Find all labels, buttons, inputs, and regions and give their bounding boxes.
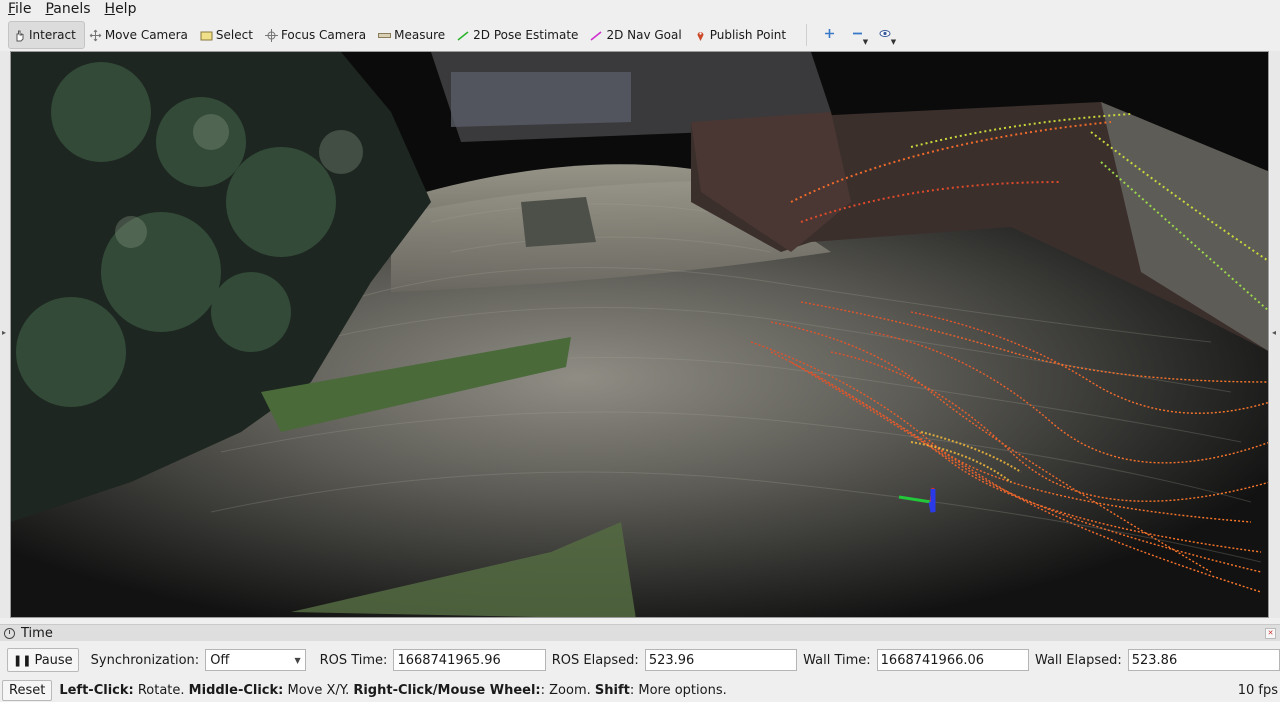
menu-file-label: ile — [15, 1, 32, 17]
arrow-left-icon: ◂ — [1272, 328, 1277, 337]
tool-move-camera[interactable]: Move Camera — [85, 21, 196, 49]
tool-select[interactable]: Select — [196, 21, 261, 49]
render-viewport[interactable] — [10, 51, 1269, 618]
tool-publish-point[interactable]: Publish Point — [690, 21, 794, 49]
sync-select[interactable]: Off ▼ — [205, 649, 306, 671]
focus-crosshair-icon — [264, 28, 278, 42]
ros-elapsed-label: ROS Elapsed: — [551, 652, 639, 668]
chevron-down-icon: ▼ — [294, 655, 301, 665]
select-rect-icon — [200, 29, 213, 42]
right-dock-handle[interactable]: ◂ — [1270, 51, 1280, 618]
help-shift-desc: : More options. — [629, 683, 727, 698]
point-cloud-scene — [11, 52, 1268, 617]
nav-goal-arrow-icon — [590, 29, 603, 42]
map-pin-icon — [694, 29, 707, 42]
menu-help-label: elp — [115, 1, 137, 17]
time-panel-header: Time ✕ — [0, 624, 1280, 641]
hand-cursor-icon — [13, 29, 26, 42]
time-panel-title: Time — [21, 625, 53, 641]
tool-select-label: Select — [215, 28, 253, 42]
ros-time-field[interactable]: 1668741965.96 — [393, 649, 546, 671]
tool-measure[interactable]: Measure — [374, 21, 453, 49]
menu-help[interactable]: Help — [97, 0, 143, 19]
help-middle-click: Middle-Click: — [188, 683, 284, 698]
remove-tool-button[interactable]: ▼ — [843, 22, 871, 48]
ros-elapsed-field[interactable]: 523.96 — [644, 649, 798, 671]
tool-2d-nav-goal[interactable]: 2D Nav Goal — [586, 21, 689, 49]
help-right-click-desc: : Zoom. — [540, 683, 595, 698]
help-right-click: Right-Click/Mouse Wheel: — [353, 683, 541, 698]
tool-move-camera-label: Move Camera — [104, 28, 188, 42]
wall-time-field[interactable]: 1668741966.06 — [876, 649, 1029, 671]
toolbar-separator — [806, 24, 808, 46]
help-left-click: Left-Click: — [59, 683, 134, 698]
menu-panels[interactable]: Panels — [37, 0, 96, 19]
pause-button[interactable]: ❚❚ Pause — [7, 648, 79, 672]
wall-time-label: Wall Time: — [803, 652, 871, 668]
eye-icon — [879, 28, 891, 43]
close-panel-button[interactable]: ✕ — [1265, 628, 1276, 639]
tool-2d-nav-goal-label: 2D Nav Goal — [606, 28, 682, 42]
help-text: Left-Click: Rotate. Middle-Click: Move X… — [59, 683, 726, 698]
chevron-down-icon: ▼ — [890, 38, 897, 46]
reset-button[interactable]: Reset — [2, 680, 53, 701]
menu-file-accel: F — [8, 1, 16, 17]
tool-publish-point-label: Publish Point — [709, 28, 787, 42]
fps-counter: 10 fps — [1237, 683, 1278, 698]
time-panel-row: ❚❚ Pause Synchronization: Off ▼ ROS Time… — [0, 645, 1280, 675]
pause-label: Pause — [34, 652, 73, 668]
view-options-button[interactable]: ▼ — [871, 22, 899, 48]
ros-time-label: ROS Time: — [319, 652, 388, 668]
help-shift: Shift — [594, 683, 630, 698]
wall-elapsed-field[interactable]: 523.86 — [1127, 649, 1280, 671]
tool-2d-pose-estimate-label: 2D Pose Estimate — [473, 28, 579, 42]
status-bar: Reset Left-Click: Rotate. Middle-Click: … — [0, 679, 1280, 702]
wall-elapsed-label: Wall Elapsed: — [1034, 652, 1122, 668]
move-arrows-icon — [89, 29, 102, 42]
tool-toolbar: Interact Move Camera Select Focus Camera… — [0, 19, 1280, 51]
add-tool-button[interactable] — [815, 22, 843, 48]
chevron-down-icon: ▼ — [862, 38, 869, 46]
tool-focus-camera-label: Focus Camera — [280, 28, 367, 42]
help-middle-click-desc: Move X/Y. — [283, 683, 354, 698]
pose-arrow-icon — [457, 29, 470, 42]
arrow-right-icon: ▸ — [2, 328, 7, 337]
pause-icon: ❚❚ — [13, 653, 32, 667]
plus-icon — [824, 28, 835, 43]
sync-value: Off — [210, 652, 230, 668]
tool-2d-pose-estimate[interactable]: 2D Pose Estimate — [453, 21, 586, 49]
help-left-click-desc: Rotate. — [133, 683, 189, 698]
ruler-icon — [378, 29, 392, 42]
minus-icon — [852, 28, 863, 43]
menu-panels-label: anels — [53, 1, 91, 17]
tool-measure-label: Measure — [394, 28, 446, 42]
menu-help-accel: H — [104, 1, 116, 17]
menu-file[interactable]: File — [0, 0, 37, 19]
sync-label: Synchronization: — [90, 652, 200, 668]
menu-bar: File Panels Help — [0, 0, 1280, 19]
clock-icon — [4, 627, 15, 639]
tool-interact-label: Interact — [29, 28, 76, 42]
left-dock-handle[interactable]: ▸ — [0, 51, 10, 618]
tool-focus-camera[interactable]: Focus Camera — [261, 21, 374, 49]
tool-interact[interactable]: Interact — [8, 21, 85, 49]
